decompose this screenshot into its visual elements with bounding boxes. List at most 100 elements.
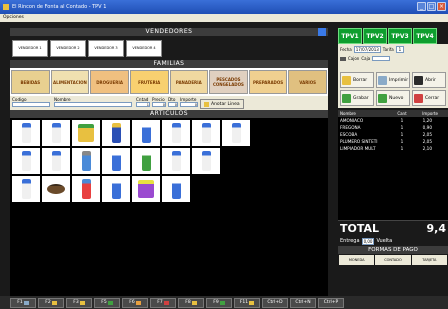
articulo-button[interactable] [132, 176, 160, 202]
articulo-button[interactable] [192, 120, 220, 146]
articulo-button[interactable] [12, 120, 40, 146]
articulo-button[interactable] [132, 148, 160, 174]
grabar-button[interactable]: Grabar [340, 90, 374, 106]
scroll-right-arrow[interactable] [318, 28, 326, 36]
fkey-f2[interactable]: F2 [38, 297, 64, 308]
familia-drogueria[interactable]: DROGUERIA [90, 70, 129, 94]
ticket-line[interactable]: AMONIACO 1 1,20 [338, 117, 448, 124]
entrega-input[interactable]: 0,00 [361, 237, 375, 245]
minimize-button[interactable]: _ [417, 2, 426, 11]
fkey-f6-label: F6 [129, 300, 135, 305]
product-image-icon [51, 151, 61, 171]
lines-header: Nombre Cant Importe [338, 110, 448, 117]
line-nombre: AMONIACO [340, 118, 364, 123]
fkey-f9[interactable]: F9 [206, 297, 232, 308]
menu-bar: Opciones [0, 14, 448, 22]
borrar-button[interactable]: Borrar [340, 72, 374, 88]
product-image-icon [201, 151, 211, 171]
line-nombre: LIMPIADOR MULT [340, 146, 376, 151]
articulo-button[interactable] [12, 148, 40, 174]
vendedor-button-3[interactable]: VENDEDOR 3 [88, 39, 124, 57]
ticket-line[interactable]: LIMPIADOR MULT 1 2,10 [338, 145, 448, 152]
articulo-button[interactable] [42, 120, 70, 146]
cantidad-input[interactable]: 1 [136, 102, 150, 107]
articulo-button[interactable] [12, 176, 40, 202]
fkey-f3[interactable]: F3 [66, 297, 92, 308]
importe-label: Importe [180, 97, 197, 102]
articulo-button[interactable] [192, 148, 220, 174]
empty-slot [222, 176, 250, 202]
tab-tpv3[interactable]: TPV3 [388, 28, 412, 44]
fkey-f1[interactable]: F1 [10, 297, 36, 308]
familia-bebidas[interactable]: BEBIDAS [11, 70, 50, 94]
importe-input[interactable]: 0 [180, 102, 198, 107]
familia-varios[interactable]: VARIOS [288, 70, 327, 94]
fkey-ctrl-p[interactable]: Ctrl+P [318, 297, 344, 308]
articulo-button[interactable] [42, 148, 70, 174]
articulo-button[interactable] [42, 176, 70, 202]
vendedor-button-4[interactable]: VENDEDOR 4 [126, 39, 162, 57]
familia-pescados[interactable]: PESCADOS CONGELADOS [209, 70, 248, 94]
tab-tpv2[interactable]: TPV2 [363, 28, 387, 44]
fkey-f6[interactable]: F6 [122, 297, 148, 308]
articulo-button[interactable] [162, 120, 190, 146]
empty-slot [222, 148, 250, 174]
vendedor-button-1[interactable]: VENDEDOR 1 [12, 39, 48, 57]
product-image-icon [51, 123, 61, 143]
fkey-ctrl-n[interactable]: Ctrl+N [290, 297, 316, 308]
cajon-icon [340, 56, 346, 61]
familia-preparados[interactable]: PREPARADOS [248, 70, 288, 94]
articulo-button[interactable] [102, 176, 130, 202]
caja-input[interactable] [372, 56, 391, 61]
familia-fruteria[interactable]: FRUTERIA [129, 70, 169, 94]
fkey-f11[interactable]: F11 [234, 297, 260, 308]
abrir-button[interactable]: Abrir [412, 72, 446, 88]
anotar-linea-button[interactable]: Anotar Linea [200, 99, 244, 109]
articulo-button[interactable] [162, 176, 190, 202]
maximize-button[interactable]: □ [427, 2, 436, 11]
articulo-button[interactable] [72, 120, 100, 146]
fkey-ctrl-d[interactable]: Ctrl+D [262, 297, 288, 308]
imprimir-button[interactable]: Imprimir [376, 72, 410, 88]
pago-moneda-button[interactable]: MONEDA [339, 255, 375, 265]
product-image-icon [78, 124, 94, 142]
cerrar-button[interactable]: Cerrar [412, 90, 446, 106]
nuevo-button[interactable]: Nuevo [376, 90, 410, 106]
fecha-input[interactable]: 17/07/2013 [353, 46, 381, 53]
articulo-button[interactable] [222, 120, 250, 146]
familia-panaderia[interactable]: PANADERIA [169, 70, 209, 94]
menu-options[interactable]: Opciones [3, 15, 24, 20]
save-icon [342, 93, 351, 103]
vendedor-button-2[interactable]: VENDEDOR 2 [50, 39, 86, 57]
ticket-line[interactable]: FREGONA 1 0,90 [338, 124, 448, 131]
articulo-button[interactable] [102, 120, 130, 146]
articulo-button[interactable] [72, 176, 100, 202]
pago-contado-button[interactable]: CONTADO [375, 255, 411, 265]
articulo-button[interactable] [132, 120, 160, 146]
ticket-line[interactable]: PLUMERO SINTETI 1 2,05 [338, 138, 448, 145]
articulo-button[interactable] [72, 148, 100, 174]
dto-input[interactable]: 0 [168, 102, 178, 107]
fkey-f8[interactable]: F8 [178, 297, 204, 308]
fkey-f7[interactable]: F7 [150, 297, 176, 308]
tarifa-input[interactable]: 1 [395, 46, 405, 53]
nombre-input[interactable] [54, 102, 132, 107]
tab-tpv1[interactable]: TPV1 [338, 28, 362, 44]
codigo-input[interactable] [12, 102, 50, 107]
familia-alimentacion[interactable]: ALIMENTACION [50, 70, 90, 94]
precio-input[interactable]: 0 [152, 102, 166, 107]
fkey-ctrl-d-label: Ctrl+D [267, 300, 283, 305]
tab-tpv4[interactable]: TPV4 [413, 28, 437, 44]
cantidad-label: Cntad [136, 97, 149, 102]
product-image-icon [21, 151, 31, 171]
fkey-icon [191, 300, 197, 305]
fkey-f5[interactable]: F5 [94, 297, 120, 308]
ticket-line[interactable]: ESCOBA 1 2,05 [338, 131, 448, 138]
product-image-icon [141, 151, 151, 171]
close-button[interactable]: × [437, 2, 446, 11]
articulo-button[interactable] [162, 148, 190, 174]
fecha-panel: Fecha 17/07/2013 Tarifa 1 Cajon Caja [338, 44, 448, 70]
articulo-button[interactable] [102, 148, 130, 174]
total-value: 9,4 [426, 222, 447, 235]
pago-tarjeta-button[interactable]: TARJETA [411, 255, 447, 265]
